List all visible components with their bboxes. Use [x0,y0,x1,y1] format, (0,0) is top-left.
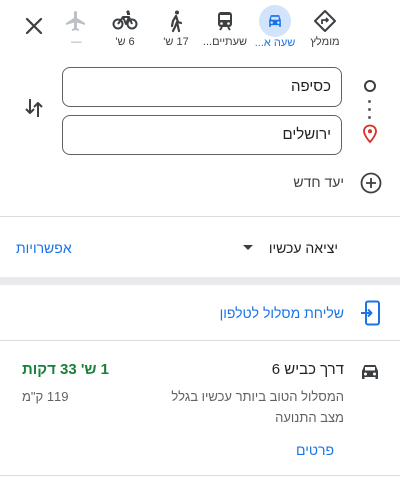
send-to-phone-icon [360,300,382,326]
mode-label: 17 ש' [163,36,189,48]
mode-tab-flight[interactable]: — [48,6,104,58]
mode-label: 6 ש' [115,36,135,48]
add-circle-icon [360,172,382,194]
divider [0,475,400,476]
car-icon [358,360,382,384]
car-icon [259,5,291,37]
close-button[interactable] [22,14,46,38]
route-dots-icon [368,100,372,124]
destination-pin-icon [361,124,379,144]
origin-circle-icon [364,80,376,92]
mode-label: מומלץ [310,36,340,48]
mode-tab-bike[interactable]: 6 ש' [97,6,153,58]
mode-tab-recommended[interactable]: מומלץ [297,6,353,58]
destination-input[interactable]: ירושלים [62,115,342,155]
add-destination-button[interactable] [360,172,382,194]
mode-tab-walk[interactable]: 17 ש' [148,6,204,58]
mode-label: שעתיים... [202,36,248,48]
mode-label: שעה א... [254,37,296,49]
mode-tab-drive[interactable]: שעה א... [247,5,303,58]
divider [0,216,400,217]
close-icon [25,17,43,35]
send-route-to-phone-link[interactable]: שליחת מסלול לטלפון [220,303,344,323]
depart-now-dropdown[interactable]: יציאה עכשיו [269,238,338,258]
mode-tab-transit[interactable]: שעתיים... [197,6,253,58]
section-separator [0,277,400,285]
details-link[interactable]: פרטים [296,440,334,460]
swap-button[interactable] [22,96,46,120]
divider [0,340,400,341]
bicycle-icon [112,6,138,36]
walking-icon [164,6,188,36]
route-name[interactable]: דרך כביש 6 [272,360,344,380]
swap-vertical-icon [25,99,43,117]
train-icon [213,6,237,36]
directions-icon [313,6,337,36]
add-destination-label[interactable]: יעד חדש [293,172,344,192]
mode-label: — [70,36,82,48]
origin-input[interactable]: כסיפה [62,67,342,107]
dropdown-caret-icon [243,245,253,250]
options-link[interactable]: אפשרויות [16,238,72,258]
route-description: המסלול הטוב ביותר עכשיו בגלל מצב התנועה [171,389,344,425]
route-duration: 1 ש' 33 דקות [22,361,110,378]
route-distance: 119 ק"מ [22,389,69,404]
airplane-icon [64,6,88,36]
